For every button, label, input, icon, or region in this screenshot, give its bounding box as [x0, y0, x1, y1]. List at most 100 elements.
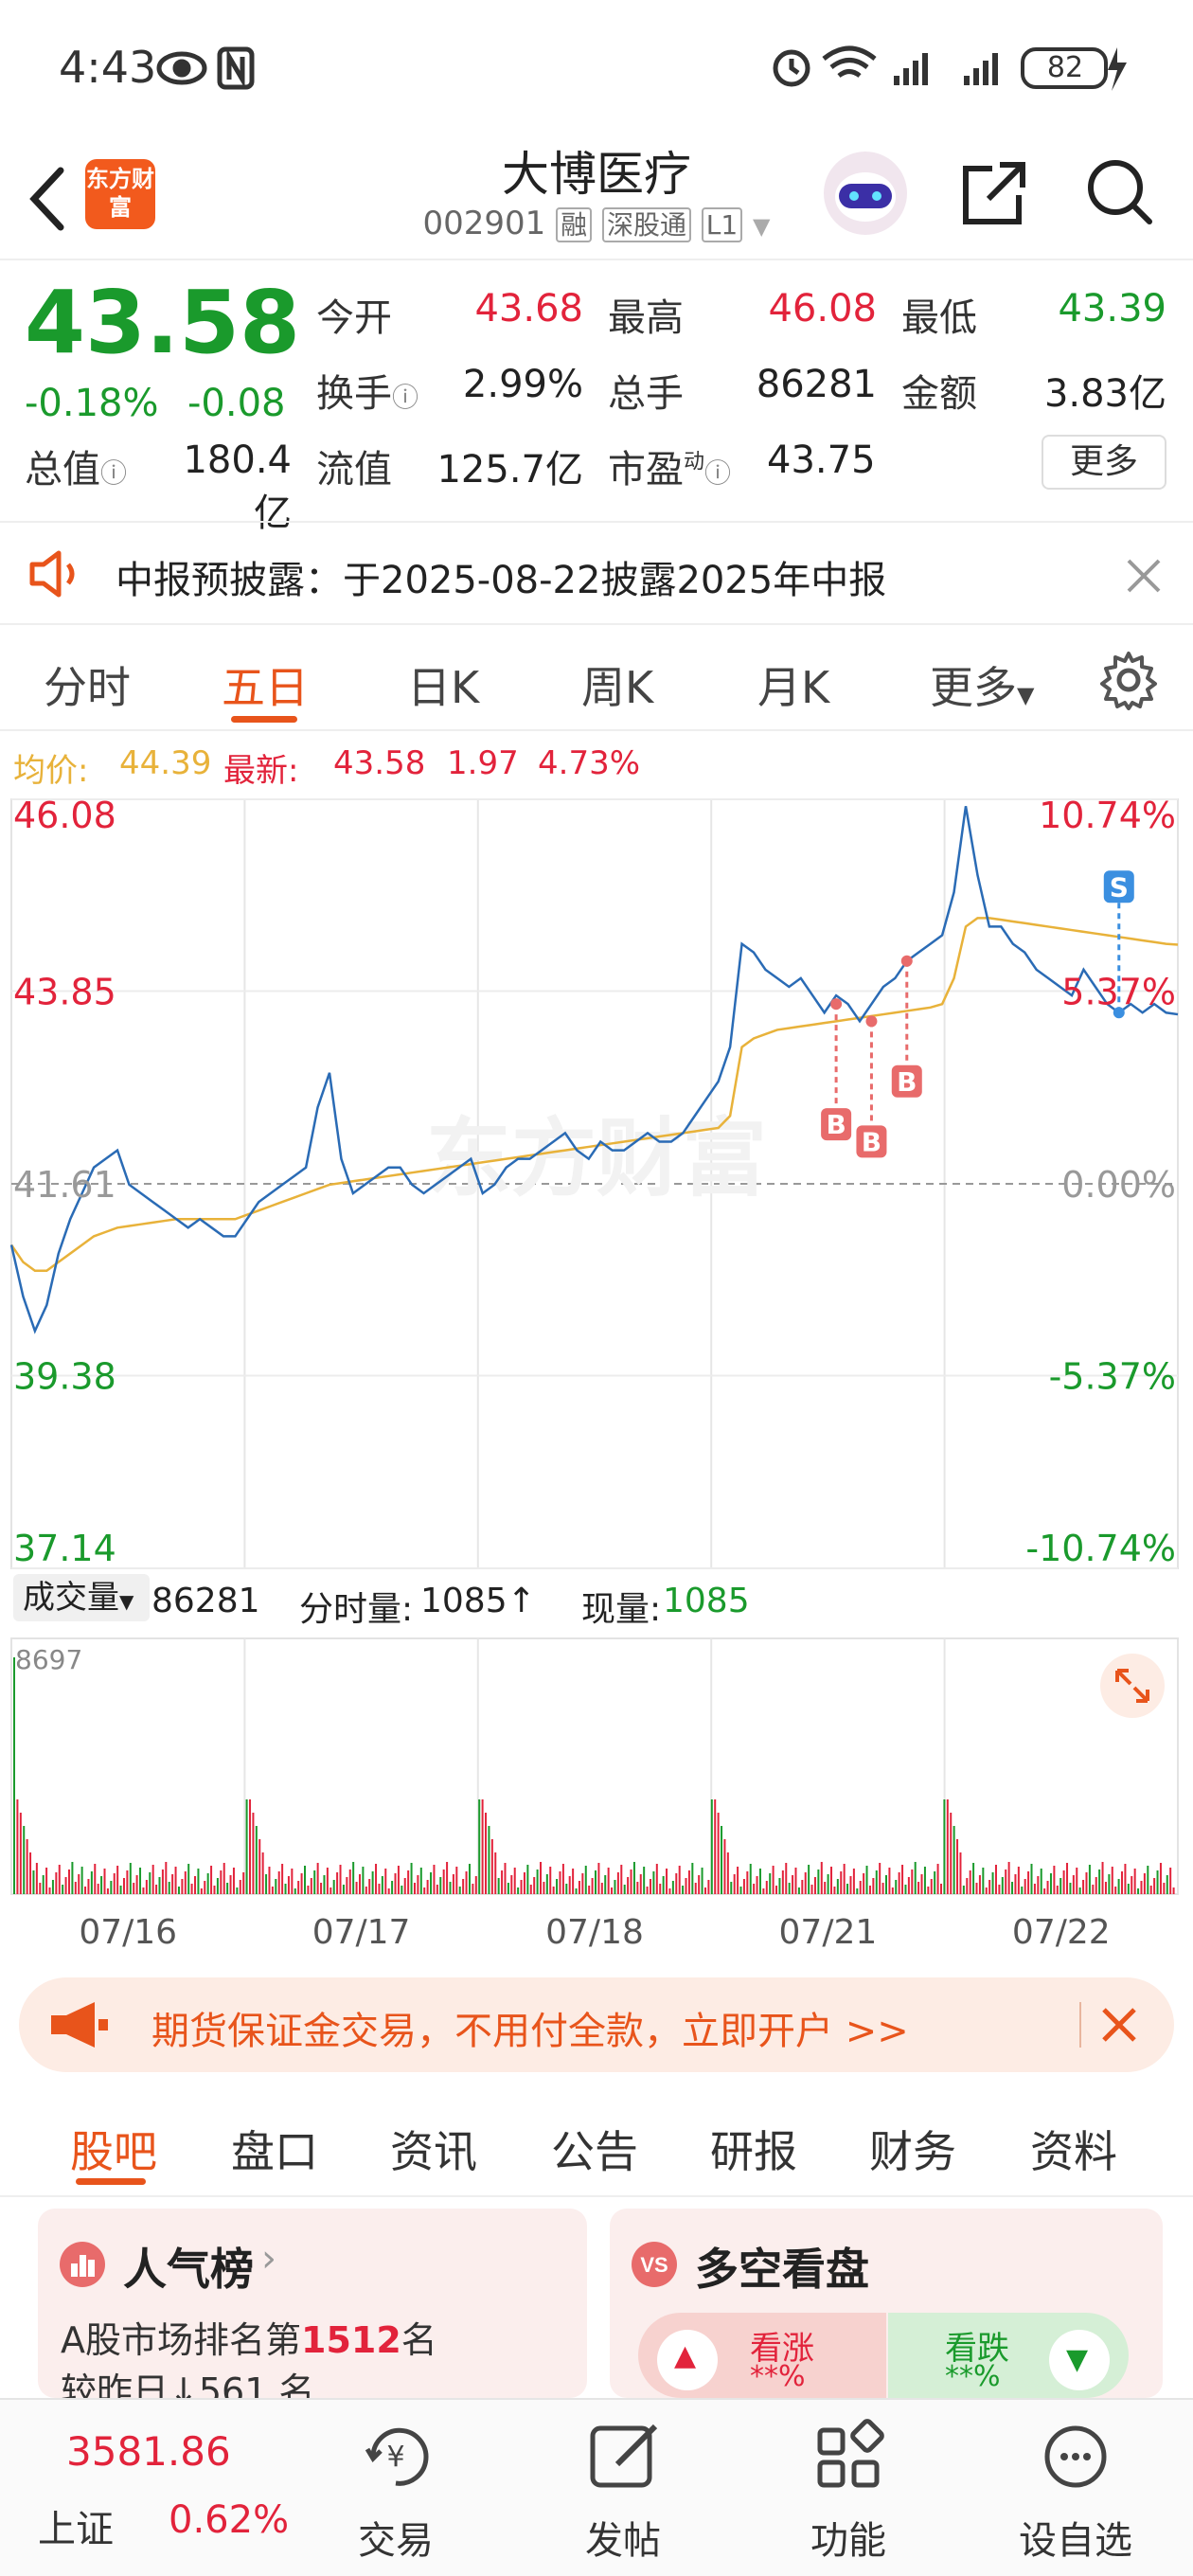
tab-forum[interactable]: 股吧	[70, 2118, 157, 2180]
info-icon[interactable]: ⓘ	[704, 457, 731, 489]
low-value: 43.39	[1058, 287, 1166, 331]
volume-bar	[287, 1876, 290, 1894]
ranking-icon	[60, 2242, 105, 2287]
index-ticker[interactable]: 3581.86 上证 0.62%	[0, 2400, 312, 2576]
active-tab-underline	[231, 716, 297, 723]
five-day-chart[interactable]: 东方财富 46.08 43.85 41.61 39.38 37.14 10.74% 5.37%…	[0, 790, 1193, 1964]
info-icon[interactable]: ⓘ	[392, 382, 418, 413]
volume-bar	[614, 1880, 616, 1894]
volume-bar	[213, 1886, 216, 1894]
nav-post[interactable]: 发帖	[547, 2400, 699, 2576]
nav-functions[interactable]: 功能	[773, 2400, 924, 2576]
tab-orderbook[interactable]: 盘口	[231, 2118, 318, 2180]
futures-promo-banner[interactable]: 期货保证金交易，不用付全款，立即开户 >>	[19, 1977, 1174, 2072]
volume-bar	[655, 1864, 658, 1894]
x-tick-label: 07/16	[79, 1913, 177, 1952]
nav-trade[interactable]: ¥ 交易	[320, 2400, 472, 2576]
volume-selector[interactable]: 成交量▼	[13, 1574, 150, 1621]
sentiment-card[interactable]: VS 多空看盘 ▲ 看涨 **% 看跌 **% ▼	[610, 2209, 1163, 2398]
tab-intraday[interactable]: 分时	[44, 653, 131, 716]
volume-bar	[268, 1867, 271, 1894]
status-bar: 4:43 82	[0, 0, 1193, 133]
volume-bar	[513, 1868, 516, 1894]
tab-profile[interactable]: 资料	[1030, 2118, 1117, 2180]
close-icon[interactable]	[1123, 555, 1165, 597]
bottom-nav: 3581.86 上证 0.62% ¥ 交易 发帖 功能 设自选	[0, 2398, 1193, 2576]
trade-marker-dot	[830, 998, 843, 1011]
volume-bar	[597, 1863, 600, 1894]
tab-weekly-k[interactable]: 周K	[581, 653, 653, 716]
volume-bar	[1169, 1868, 1172, 1894]
float-label: 流值	[316, 448, 392, 492]
volume-bar	[229, 1875, 232, 1894]
volume-bar	[174, 1867, 177, 1894]
volume-bar	[865, 1866, 868, 1894]
notice-bar[interactable]: 中报预披露：于2025-08-22披露2025年中报	[0, 521, 1193, 625]
volume-bar	[1059, 1878, 1062, 1894]
tab-more[interactable]: 更多▼	[930, 653, 1034, 716]
volume-bar	[16, 1799, 19, 1894]
volume-bar	[769, 1873, 772, 1894]
volume-bar	[982, 1868, 985, 1894]
chart-svg[interactable]: 东方财富46.0843.8541.6139.3837.1410.74%5.37%…	[0, 790, 1193, 1964]
bearish-button[interactable]: 看跌 **% ▼	[888, 2313, 1129, 2398]
volume-bar	[758, 1869, 761, 1894]
info-icon[interactable]: ⓘ	[100, 457, 127, 489]
volume-bar	[836, 1879, 839, 1894]
share-icon[interactable]	[954, 153, 1034, 233]
tab-research[interactable]: 研报	[710, 2118, 797, 2180]
volume-bar	[1085, 1872, 1088, 1894]
level-badge[interactable]: L1	[701, 207, 743, 242]
tab-finance[interactable]: 财务	[869, 2118, 956, 2180]
volume-bar	[801, 1880, 804, 1894]
volume-bar	[1007, 1862, 1010, 1894]
alarm-icon	[773, 49, 810, 87]
volume-bar	[249, 1799, 252, 1894]
nav-watchlist[interactable]: 设自选	[1000, 2400, 1151, 2576]
volume-bar	[891, 1887, 894, 1894]
volume-bar	[64, 1877, 67, 1894]
index-name: 上证	[38, 2508, 114, 2551]
svg-text:VS: VS	[640, 2253, 668, 2277]
caret-down-icon[interactable]: ▼	[753, 213, 770, 240]
volume-bar	[1072, 1875, 1075, 1894]
volume-bar	[863, 1873, 865, 1894]
popularity-card[interactable]: 人气榜 › A股市场排名第1512名 较昨日↓561 名	[38, 2209, 587, 2398]
bullish-button[interactable]: ▲ 看涨 **%	[638, 2313, 886, 2398]
latest-label: 最新:	[223, 752, 299, 790]
index-pct: 0.62%	[169, 2498, 290, 2542]
volume-bar	[1092, 1885, 1095, 1894]
volume-bar	[391, 1881, 394, 1894]
nav-post-label: 发帖	[585, 2519, 661, 2563]
tab-announcements[interactable]: 公告	[551, 2118, 638, 2180]
tab-news[interactable]: 资讯	[390, 2118, 477, 2180]
tab-daily-k[interactable]: 日K	[407, 653, 479, 716]
current-volume: 1085	[663, 1582, 750, 1620]
volume-bar	[898, 1872, 900, 1894]
volume-bar	[313, 1870, 316, 1894]
info-tabs: 股吧 盘口 资讯 公告 研报 财务 资料	[0, 2084, 1193, 2197]
robot-assistant-icon[interactable]	[820, 148, 911, 239]
amount-value: 3.83亿	[1043, 372, 1166, 416]
tab-monthly-k[interactable]: 月K	[757, 653, 829, 716]
volume-bar	[1114, 1887, 1117, 1894]
volume-bar	[772, 1866, 775, 1894]
more-quote-button[interactable]: 更多	[1042, 435, 1166, 490]
volume-bar	[749, 1864, 752, 1894]
volume-bar	[520, 1880, 523, 1894]
volume-value: 86281	[756, 363, 877, 406]
volume-bar	[682, 1886, 685, 1894]
volume-bar	[846, 1884, 849, 1894]
volume-bar	[407, 1870, 410, 1894]
volume-bar	[194, 1876, 197, 1894]
gear-icon[interactable]	[1098, 650, 1159, 710]
margin-badge: 融	[556, 207, 593, 242]
volume-bar	[472, 1884, 474, 1894]
volume-bar	[423, 1887, 426, 1894]
active-tab-underline	[76, 2178, 146, 2185]
search-icon[interactable]	[1079, 152, 1159, 231]
close-icon[interactable]	[1098, 2004, 1140, 2046]
volume-bar	[753, 1884, 756, 1894]
volume-bar	[19, 1813, 22, 1894]
tab-five-day[interactable]: 五日	[222, 653, 309, 716]
